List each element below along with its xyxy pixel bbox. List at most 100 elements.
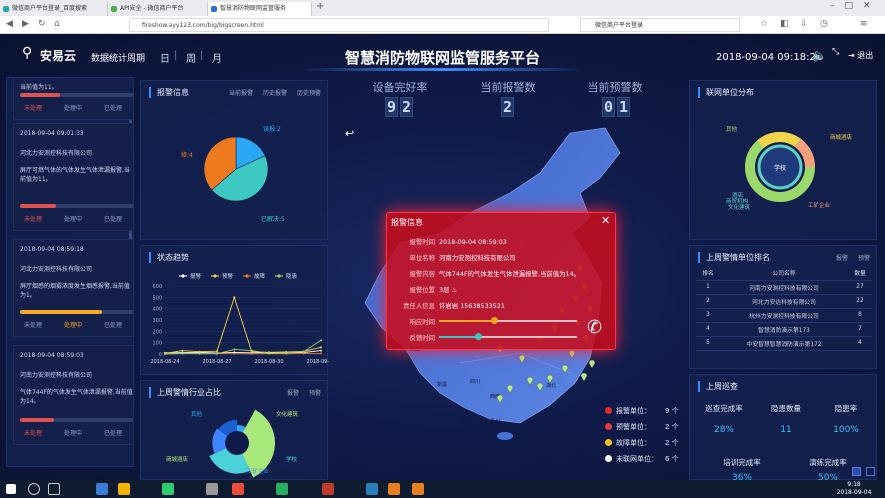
browser-tab-2[interactable]: API安全 - 微信商户平台 [108,2,208,16]
legend-warning: 预警单位： 2 个 [605,422,679,432]
feed-action-button[interactable]: 已处理 [104,214,122,223]
response-slider[interactable] [439,317,577,324]
map-pin-icon[interactable] [588,359,596,369]
rank-row[interactable]: 3 杭州力安测控科技有限公司 8 [696,308,872,323]
feed-progress-fill [20,93,60,97]
series-point [250,349,253,352]
link-industry-alarm[interactable]: 报警 [287,388,299,397]
history-icon[interactable]: ◷ [820,19,828,29]
feed-action-button[interactable]: 已处理 [104,428,122,437]
app-icon[interactable] [412,483,424,495]
series-point [250,352,253,355]
window-controls[interactable]: –□✕ [830,1,881,11]
link-history-alarm[interactable]: 历史报警 [263,88,287,97]
x-tick-label: 2018-08-24 [150,359,179,365]
new-tab-icon[interactable]: + [316,1,324,12]
window-icon[interactable] [866,467,875,476]
metric-label: 巡查完成率 [705,404,743,413]
back-icon[interactable]: ◀ [6,19,13,29]
feed-action-button[interactable]: 未处理 [24,214,42,223]
period-day[interactable]: 日 [160,50,170,65]
response-row: 响应时间 [409,318,435,326]
metric-label: 隐患率 [834,404,858,413]
app-icon[interactable] [276,483,288,495]
app-icon[interactable] [96,483,108,495]
link-rank-alarm[interactable]: 报警 [836,253,848,262]
legend-label: 故障 [254,272,266,280]
alarm-feed[interactable]: 当前值为11。 未处理 处理中 已处理 2018-09-04 09:01:33 河北力安测… [6,77,134,467]
feed-card[interactable]: 当前值为11。 未处理 处理中 已处理 [13,78,133,120]
firefox-icon[interactable] [388,483,400,495]
browser-search-input[interactable]: 微信商户平台登录 [580,18,740,32]
feed-action-button[interactable]: 处理中 [64,428,82,437]
app-icon[interactable] [322,483,334,495]
feed-action-button[interactable]: 处理中 [64,214,82,223]
sound-icon[interactable]: 🔈 [812,48,827,62]
feed-action-button[interactable]: 已处理 [104,103,122,112]
logout-button[interactable]: ⇥ 退出 [848,50,873,61]
rank-row[interactable]: 1 河南力安测控科技有限公司 27 [696,280,872,295]
phone-icon[interactable]: ✆ [587,317,602,338]
start-icon[interactable] [6,484,16,494]
feed-action-button[interactable]: 未处理 [24,320,42,329]
period-month[interactable]: 月 [212,50,222,65]
browser-tab-3[interactable]: 智慧消防物联网监管服务 [208,2,312,16]
rank-row[interactable]: 5 中安智慧智慧消防演示第172 4 [696,336,872,351]
y-tick-label: 300 [152,318,162,324]
panel-title: 状态趋势 [149,252,189,263]
search-icon[interactable] [28,483,40,495]
forward-icon[interactable]: ▶ [22,19,29,29]
home-icon[interactable]: ⌂ [54,19,60,29]
folder-icon[interactable] [118,483,130,495]
feed-time: 2018-09-04 09:01:33 [20,130,84,137]
response-handle[interactable] [491,317,499,324]
legend-alarm: 报警单位： 9 个 [605,406,679,416]
trend-line-chart: 报警 预警 故障 隐患 600 500 400 300 200 100 02018-08-24 20… [150,272,329,365]
feed-card[interactable]: 2018-09-04 08:59:03 河南力安测控科技有限公司 气体744F的气体… [13,345,133,445]
legend-dot-icon [605,439,612,446]
bookmark-icon[interactable]: ☆ [760,19,768,29]
rank-panel: 上周警情单位排名 报警 预警 排名 公司名称 数量 1 河南力安测控科技有限公司 2… [689,245,877,369]
extension-icon[interactable]: ◧ [780,19,789,29]
feedback-slider[interactable] [439,333,577,340]
y-tick-label: 200 [152,329,162,335]
app-icon[interactable] [206,483,218,495]
feed-card[interactable]: 2018-09-04 08:59:18 河北力安测控科技有限公司 屏厅烟感的烟雾浓度… [13,239,133,337]
browser-tab-1[interactable]: 微信商户平台登录_百度搜索 [0,2,108,16]
feed-action-button[interactable]: 未处理 [24,428,42,437]
link-current-alarm[interactable]: 当前报警 [229,88,253,97]
menu-icon[interactable]: ≡ [860,19,868,29]
link-history-warning[interactable]: 历史预警 [297,88,321,97]
app-icon[interactable] [232,483,244,495]
feed-action-button[interactable]: 未处理 [24,103,42,112]
feedback-handle[interactable] [474,333,482,340]
unit-distribution-panel: 联网单位分布 学校 其他 商城酒店 酒店 商贸机构 文化建筑 工矿企业 [689,80,877,240]
wechat-icon[interactable] [162,483,174,495]
taskbar-clock[interactable]: 9:18 2018-09-04 [836,481,872,497]
rank-row[interactable]: 2 河北力安达科技有限公司 22 [696,294,872,309]
download-icon[interactable]: ⇩ [800,19,808,29]
link-industry-warning[interactable]: 预警 [309,388,321,397]
feed-action-button[interactable]: 处理中 [64,103,82,112]
feed-card[interactable]: 2018-09-04 09:01:33 河北力安测控科技有限公司 屏厅可燃气体的气体… [13,123,133,231]
series-point [233,296,236,299]
feed-text: 屏厅可燃气体的气体发生气体泄漏报警,当前值为11。 [20,167,130,183]
task-view-icon[interactable] [48,483,60,495]
title-underline [300,68,585,71]
address-bar[interactable]: fireshow.ayy123.com/big/bigscreen.html [129,18,549,32]
feed-action-button[interactable]: 处理中 [64,320,82,329]
reload-icon[interactable]: ↻ [38,19,46,29]
period-week[interactable]: 周 [186,50,196,65]
popup-close-icon[interactable]: ✕ [601,214,610,227]
series-point [285,351,288,354]
feed-action-button[interactable]: 已处理 [104,320,122,329]
rank-row[interactable]: 4 智慧消防演示第173 7 [696,322,872,337]
expand-button[interactable]: ⤡ [832,48,842,57]
fullscreen-icon[interactable] [852,467,861,476]
app-icon[interactable] [366,483,378,495]
donut-center-label: 学校 [774,164,786,172]
period-label: 数据统计周期 [91,54,146,64]
map-pin-icon[interactable] [580,372,588,382]
link-rank-warning[interactable]: 预警 [858,253,870,262]
map-back-icon[interactable]: ↩ [345,127,354,140]
